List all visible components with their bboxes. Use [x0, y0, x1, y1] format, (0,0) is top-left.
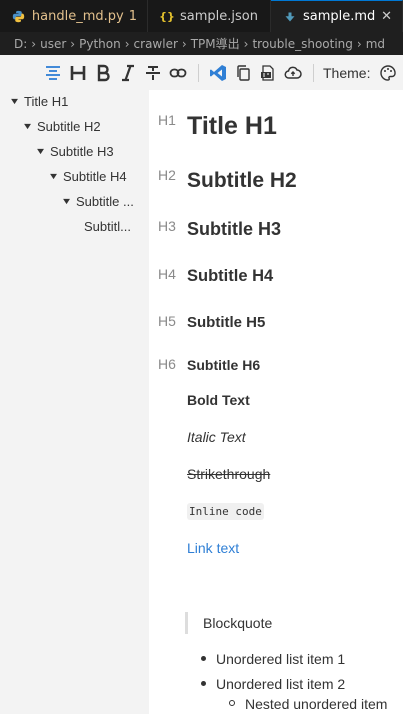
italic-icon[interactable] — [116, 61, 140, 85]
tab-sample-md[interactable]: sample.md ✕ — [271, 0, 403, 32]
breadcrumb-item[interactable]: crawler — [134, 37, 178, 51]
outline-item-label: Subtitle ... — [76, 193, 134, 209]
close-icon[interactable]: ✕ — [381, 9, 392, 24]
blockquote-text: Blockquote — [203, 615, 273, 631]
chevron-down-icon[interactable]: ▼ — [6, 96, 23, 106]
chevron-down-icon[interactable]: ▼ — [58, 196, 75, 206]
problem-count-badge: 1 — [128, 8, 137, 24]
outline-item-subtitle-h6[interactable]: Subtitl... — [84, 215, 131, 237]
breadcrumb-item[interactable]: Python — [79, 37, 121, 51]
list-item: Unordered list item 1 — [201, 651, 345, 667]
heading-marker: H1 — [158, 112, 176, 128]
breadcrumb: D: › user › Python › crawler › TPM導出 › troubl… — [0, 32, 403, 55]
chevron-right-icon: › — [70, 36, 76, 51]
bold-text: Bold Text — [187, 392, 250, 408]
tab-handle-md-py[interactable]: handle_md.py 1 — [0, 0, 148, 32]
outline-item-subtitle-h4[interactable]: ▼ Subtitle H4 — [47, 165, 127, 187]
heading-marker: H4 — [158, 266, 176, 282]
heading-h1: Title H1 — [187, 112, 277, 140]
vscode-icon[interactable] — [206, 61, 230, 85]
tab-label: handle_md.py — [31, 8, 124, 24]
bullet-icon — [201, 655, 206, 661]
bold-icon[interactable] — [91, 61, 115, 85]
chevron-down-icon[interactable]: ▼ — [32, 146, 49, 156]
outline-item-title-h1[interactable]: ▼ Title H1 — [6, 90, 69, 112]
heading-h2: Subtitle H2 — [187, 169, 297, 192]
blockquote: Blockquote — [185, 612, 272, 634]
bullet-icon — [201, 680, 206, 686]
inline-code: Inline code — [187, 503, 264, 520]
tab-sample-json[interactable]: {} sample.json — [148, 0, 271, 32]
outline-toggle-icon[interactable] — [41, 61, 65, 85]
chevron-right-icon: › — [243, 36, 249, 51]
strikethrough-text: Strikethrough — [187, 466, 271, 482]
heading-marker: H6 — [158, 356, 176, 372]
link-text[interactable]: Link text — [187, 540, 239, 556]
chevron-right-icon: › — [356, 36, 362, 51]
json-file-icon: {} — [159, 9, 175, 23]
heading-marker: H2 — [158, 167, 176, 183]
python-file-icon — [12, 9, 26, 23]
editor-toolbar: Theme: — [0, 55, 403, 90]
outline-item-label: Title H1 — [24, 93, 69, 109]
markdown-file-icon — [283, 10, 297, 24]
list-item: Unordered list item 2 — [201, 676, 345, 692]
heading-marker: H3 — [158, 218, 176, 234]
heading-h4: Subtitle H4 — [187, 267, 274, 285]
italic-text: Italic Text — [187, 429, 246, 445]
toolbar-divider — [198, 63, 199, 82]
outline-item-label: Subtitle H2 — [37, 118, 101, 134]
strikethrough-icon[interactable] — [141, 61, 165, 85]
breadcrumb-item[interactable]: TPM導出 — [191, 35, 240, 52]
heading-icon[interactable] — [66, 61, 90, 85]
chevron-down-icon[interactable]: ▼ — [45, 171, 62, 181]
chevron-right-icon: › — [31, 36, 37, 51]
cloud-icon[interactable] — [281, 61, 305, 85]
chevron-down-icon[interactable]: ▼ — [19, 121, 36, 131]
outline-item-subtitle-h2[interactable]: ▼ Subtitle H2 — [21, 115, 101, 137]
breadcrumb-item[interactable]: D: — [14, 37, 27, 51]
heading-h6: Subtitle H6 — [187, 357, 261, 373]
link-icon[interactable] — [166, 61, 190, 85]
list-item-text: Nested unordered item — [245, 696, 388, 712]
tab-bar: handle_md.py 1 {} sample.json sample.md … — [0, 0, 403, 32]
nested-list-item: Nested unordered item — [229, 696, 387, 712]
outline-item-label: Subtitle H4 — [63, 168, 127, 184]
heading-h5: Subtitle H5 — [187, 314, 266, 331]
palette-icon[interactable] — [376, 61, 400, 85]
chevron-right-icon: › — [181, 36, 187, 51]
outline-item-label: Subtitle H3 — [50, 143, 114, 159]
tab-label: sample.md — [303, 9, 376, 24]
breadcrumb-item[interactable]: user — [40, 37, 66, 51]
breadcrumb-item[interactable]: trouble_shooting — [252, 37, 352, 51]
export-icon[interactable] — [256, 61, 280, 85]
copy-icon[interactable] — [231, 61, 255, 85]
breadcrumb-item[interactable]: md — [366, 37, 385, 51]
heading-marker: H5 — [158, 313, 176, 329]
toolbar-divider — [313, 63, 314, 82]
list-item-text: Unordered list item 2 — [216, 676, 346, 692]
outline-item-subtitle-h5[interactable]: ▼ Subtitle ... — [60, 190, 134, 212]
outline-panel: ▼ Title H1 ▼ Subtitle H2 ▼ Subtitle H3 ▼… — [0, 90, 149, 714]
chevron-right-icon: › — [124, 36, 130, 51]
markdown-preview: H1 Title H1 H2 Subtitle H2 H3 Subtitle H… — [149, 90, 403, 714]
list-item-text: Unordered list item 1 — [216, 651, 346, 667]
hollow-bullet-icon — [229, 700, 235, 707]
tab-label: sample.json — [180, 8, 258, 24]
theme-label: Theme: — [323, 64, 371, 81]
outline-item-label: Subtitl... — [84, 218, 131, 234]
outline-item-subtitle-h3[interactable]: ▼ Subtitle H3 — [34, 140, 114, 162]
heading-h3: Subtitle H3 — [187, 219, 282, 239]
